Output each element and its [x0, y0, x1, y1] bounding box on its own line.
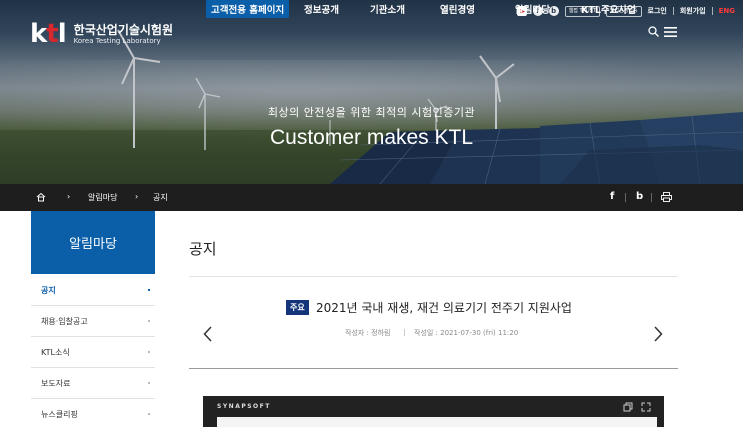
divider: [189, 368, 678, 369]
document-viewer[interactable]: SYNAPSOFT: [203, 396, 664, 427]
bullet-icon: [148, 382, 150, 384]
blog-share-icon[interactable]: b: [636, 191, 643, 202]
nav-major-business[interactable]: KTL주요사업: [581, 2, 636, 16]
signup-link[interactable]: 회원가입: [680, 6, 706, 16]
nav-open-management[interactable]: 열린경영: [440, 2, 475, 16]
breadcrumb-chevron-icon: ›: [135, 192, 139, 201]
fullscreen-icon[interactable]: [641, 402, 651, 412]
sidebar-item-label: 뉴스클리핑: [41, 409, 78, 419]
login-link[interactable]: 로그인: [648, 6, 667, 16]
logo-english-name: Korea Testing Laboratory: [73, 36, 161, 45]
sidebar-item-news[interactable]: KTL소식: [31, 337, 155, 368]
nav-customer-home[interactable]: 고객전용 홈페이지: [206, 0, 290, 18]
ktl-logo-mark: ktl: [30, 19, 67, 49]
divider: [651, 193, 652, 202]
viewer-brand: SYNAPSOFT: [217, 403, 271, 410]
home-icon[interactable]: [36, 192, 46, 202]
divider: [625, 193, 626, 202]
sidebar-item-label: 채용·입찰공고: [41, 316, 88, 326]
post-date: 작성일 : 2021-07-30 (fri) 11:20: [414, 329, 519, 337]
eng-link[interactable]: ENG: [719, 7, 735, 15]
bullet-icon: [148, 351, 150, 353]
sidebar-item-recruit[interactable]: 채용·입찰공고: [31, 306, 155, 337]
sidebar-title: 알림마당: [31, 211, 155, 274]
menu-icon[interactable]: [664, 27, 677, 37]
page-title: 공지: [189, 240, 217, 258]
facebook-share-icon[interactable]: f: [610, 191, 614, 202]
next-post-icon[interactable]: [654, 326, 663, 342]
sidebar-item-label: 보도자료: [41, 378, 71, 388]
breadcrumb-chevron-icon: ›: [67, 192, 71, 201]
hero-title: Customer makes KTL: [269, 126, 474, 149]
sidebar-item-label: 공지: [41, 285, 56, 295]
site-logo[interactable]: ktl 한국산업기술시험원 Korea Testing Laboratory: [30, 19, 174, 49]
copy-icon[interactable]: [623, 402, 633, 412]
hero-subtitle: 최상의 안전성을 위한 최적의 시험인증기관: [267, 106, 476, 119]
viewer-page: [217, 417, 657, 427]
breadcrumb-bar: › 알림마당 › 공지 f b: [0, 184, 743, 211]
print-icon[interactable]: [661, 192, 672, 202]
sidebar-item-label: KTL소식: [41, 347, 70, 357]
divider: [672, 7, 674, 15]
post-author: 작성자 : 정하림: [345, 329, 391, 337]
bullet-icon: [148, 320, 150, 322]
search-icon[interactable]: [648, 26, 659, 37]
nav-about[interactable]: 기관소개: [370, 2, 405, 16]
post-title: 2021년 국내 재생, 재건 의료기기 전주기 지원사업: [316, 301, 572, 315]
divider: [404, 329, 405, 336]
divider: [711, 7, 713, 15]
sidebar-item-notice[interactable]: 공지: [31, 275, 155, 306]
prev-post-icon[interactable]: [203, 326, 212, 342]
divider: [189, 276, 678, 277]
bullet-icon: [148, 289, 150, 291]
nav-disclosure[interactable]: 정보공개: [304, 2, 339, 16]
bullet-icon: [148, 413, 150, 415]
sidebar-item-clipping[interactable]: 뉴스클리핑: [31, 399, 155, 427]
breadcrumb-item[interactable]: 공지: [153, 192, 168, 203]
sidebar-item-press[interactable]: 보도자료: [31, 368, 155, 399]
nav-notice-board[interactable]: 알림마당: [515, 2, 550, 16]
blog-icon[interactable]: b: [548, 6, 559, 16]
important-badge: 주요: [286, 300, 309, 315]
logo-korean-name: 한국산업기술시험원: [73, 22, 174, 37]
breadcrumb-item[interactable]: 알림마당: [88, 192, 117, 203]
